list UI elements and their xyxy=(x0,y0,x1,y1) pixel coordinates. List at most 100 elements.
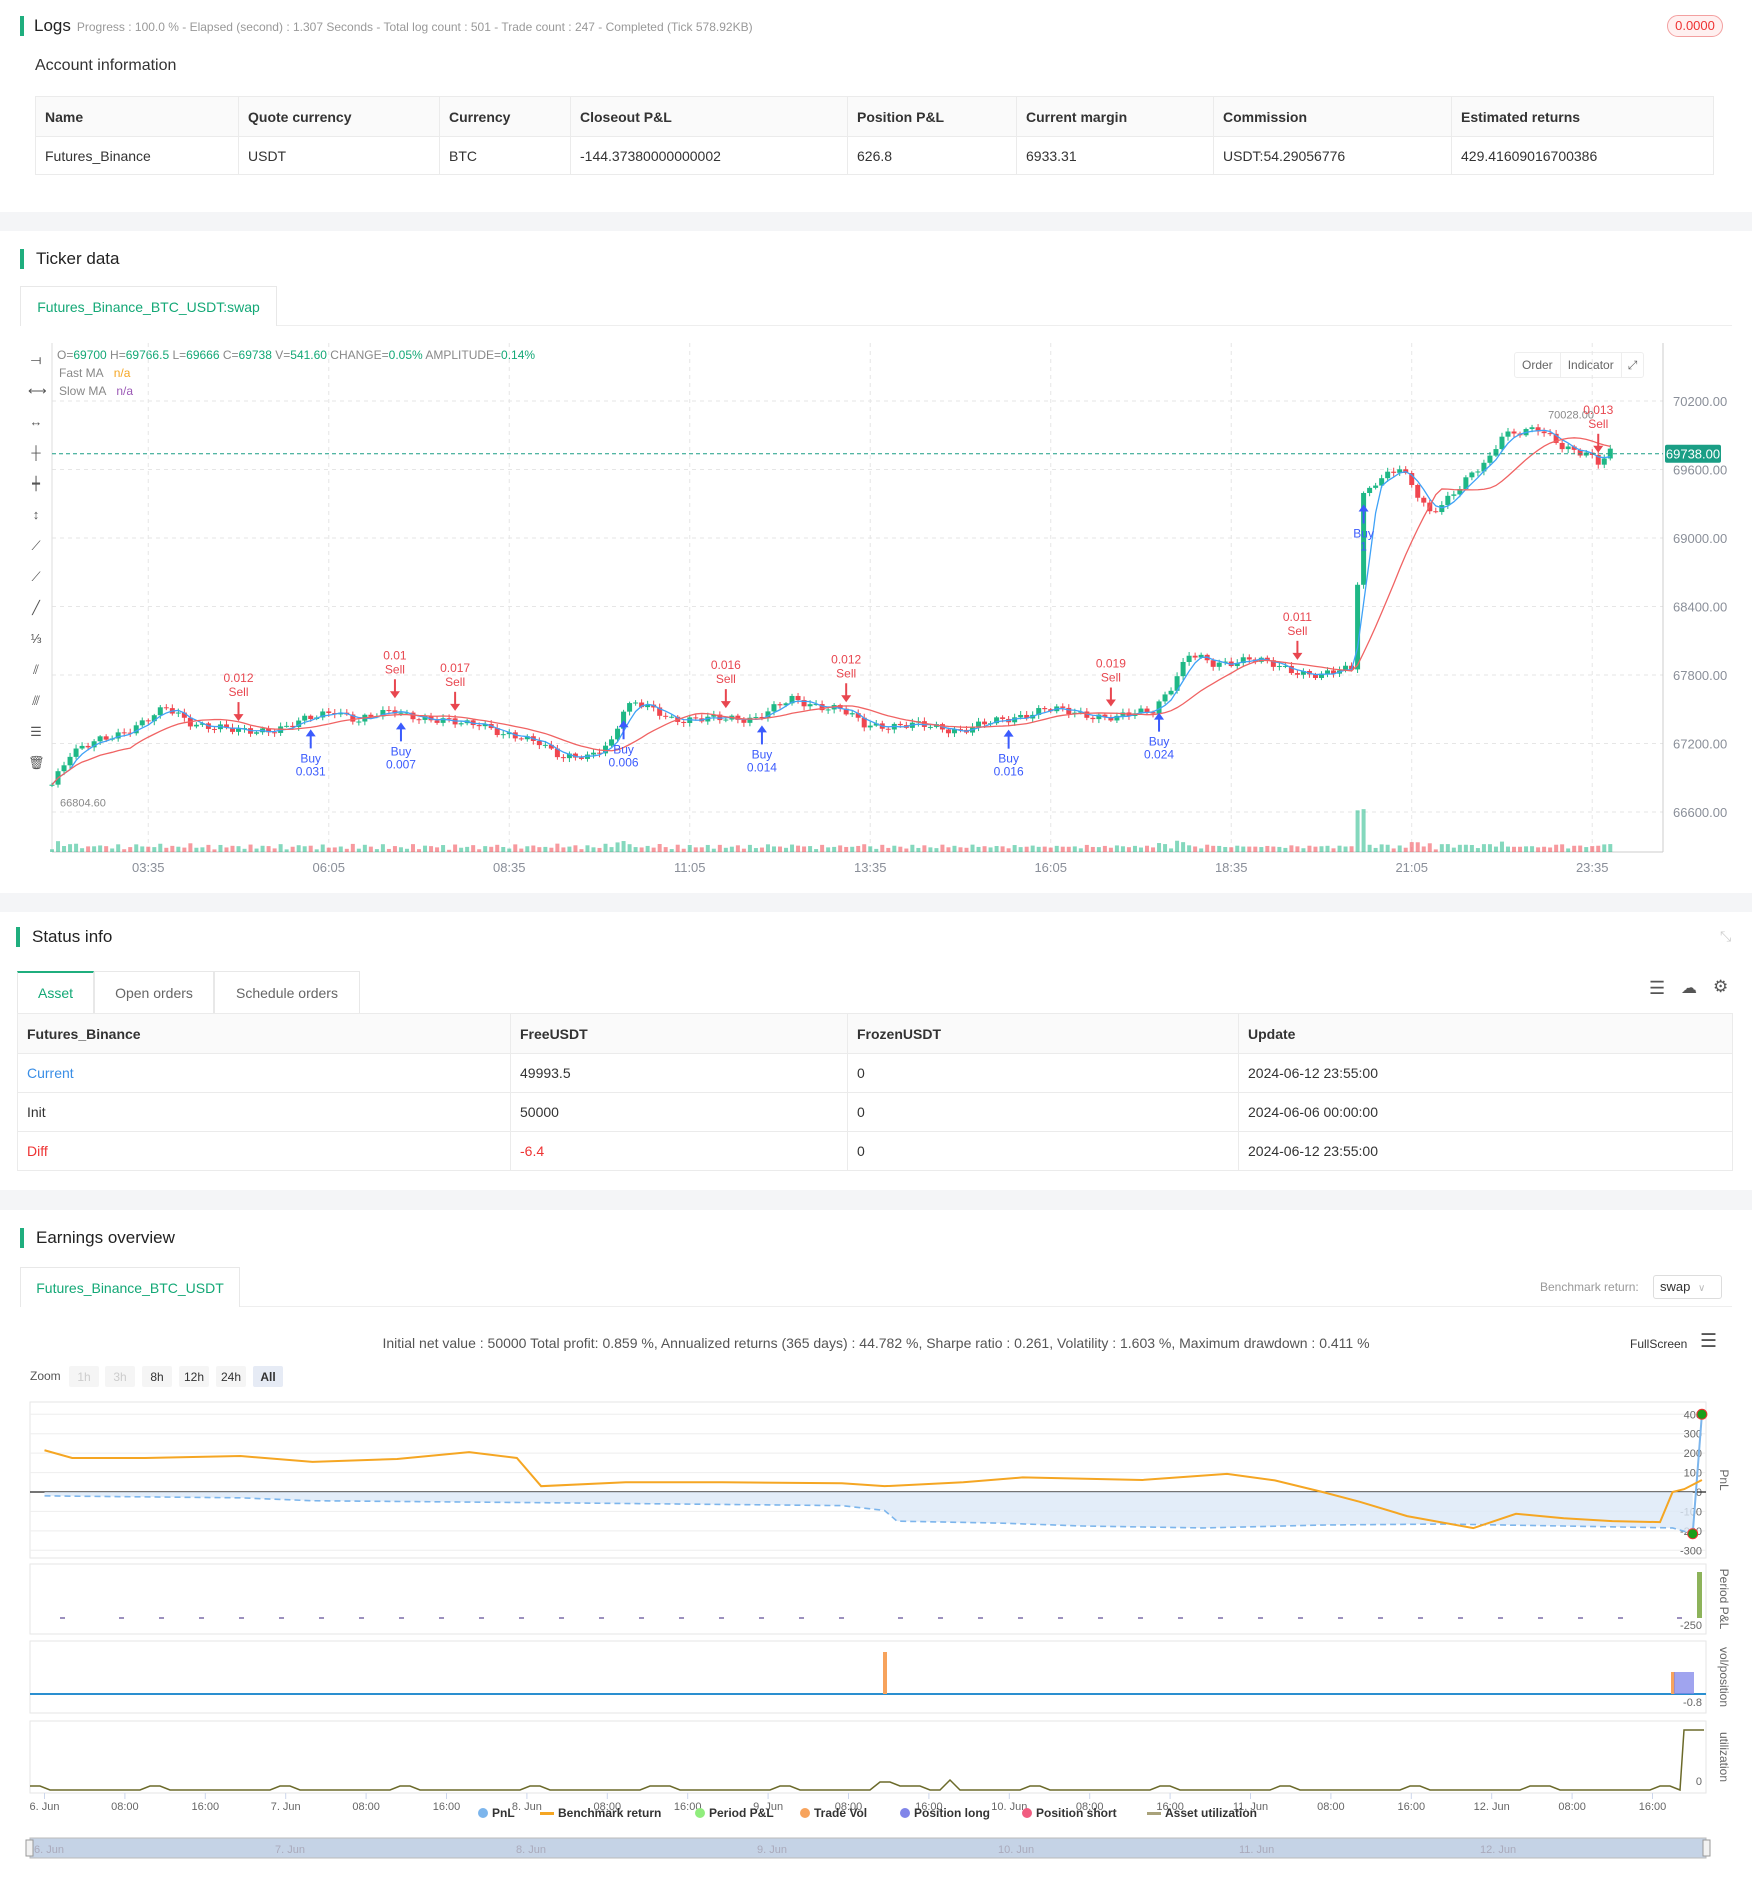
legend-item[interactable]: Trade Vol xyxy=(800,1806,867,1820)
volume-bar xyxy=(1108,847,1113,852)
volume-bar xyxy=(92,846,97,852)
panel-frame xyxy=(29,1640,1707,1714)
buy-label: Buy xyxy=(1149,735,1170,749)
zoom-1h[interactable]: 1h xyxy=(69,1366,99,1387)
navigator-label: 9. Jun xyxy=(757,1844,787,1856)
candle-body xyxy=(693,717,699,719)
volume-bar xyxy=(1012,845,1017,852)
menu-icon[interactable]: ☰ xyxy=(1700,1330,1717,1353)
candle-body xyxy=(254,732,260,734)
benchmark-select[interactable]: swap ∨ xyxy=(1653,1275,1722,1299)
volume-bar xyxy=(1018,847,1023,852)
sell-label: Sell xyxy=(385,662,405,676)
volume-bar xyxy=(753,848,758,852)
legend-item[interactable]: Asset utilization xyxy=(1147,1806,1257,1820)
col-position: Position P&L xyxy=(847,96,1017,137)
x-tick-label: 11:05 xyxy=(674,860,706,875)
volume-bar xyxy=(597,847,602,852)
volume-bar xyxy=(916,847,921,852)
volume-bar xyxy=(332,847,337,852)
candle-body xyxy=(578,757,584,759)
volume-bar xyxy=(1217,845,1222,852)
volume-bar xyxy=(1271,846,1276,852)
volume-bar xyxy=(1361,809,1366,852)
volume-bar xyxy=(1343,846,1348,852)
tab-open-orders[interactable]: Open orders xyxy=(94,971,214,1013)
legend-item[interactable]: PnL xyxy=(478,1806,515,1820)
candle-body xyxy=(121,732,127,734)
volume-bar xyxy=(994,846,999,852)
legend-item[interactable]: Period P&L xyxy=(695,1806,774,1820)
volume-bar xyxy=(176,846,181,852)
col-name: Name xyxy=(35,96,239,137)
volume-bar xyxy=(392,846,397,852)
buy-amount: 0.024 xyxy=(1144,748,1174,762)
row-label-current[interactable]: Current xyxy=(17,1053,511,1093)
zoom-all[interactable]: All xyxy=(253,1366,283,1387)
volume-bar xyxy=(1373,847,1378,852)
volume-bar xyxy=(741,848,746,852)
candle-body xyxy=(103,736,109,740)
candle-body xyxy=(386,710,392,712)
candlestick-chart[interactable]: 70200.00 69600.00 69000.00 68400.00 67800.00… xyxy=(0,330,1752,890)
min-marker xyxy=(1687,1528,1699,1540)
buy-arrow-icon xyxy=(1003,729,1014,737)
list-icon[interactable]: ☰ xyxy=(1649,978,1665,999)
tab-schedule-orders[interactable]: Schedule orders xyxy=(214,971,360,1013)
candle-body xyxy=(681,721,687,724)
candle-body xyxy=(1355,584,1361,670)
zoom-24h[interactable]: 24h xyxy=(216,1366,246,1387)
candle-body xyxy=(590,752,596,755)
volume-bar xyxy=(152,847,157,852)
volume-bar xyxy=(705,844,710,852)
volume-bar xyxy=(200,847,205,852)
volume-bar xyxy=(128,847,133,852)
volume-bar xyxy=(958,847,963,852)
earnings-chart[interactable]: PnLPeriod P&Lvol/positionutilization4003… xyxy=(0,1395,1752,1865)
candle-body xyxy=(542,744,548,746)
tab-earnings-btc[interactable]: Futures_Binance_BTC_USDT xyxy=(20,1267,240,1307)
volume-bar xyxy=(880,844,885,852)
zoom-12h[interactable]: 12h xyxy=(179,1366,209,1387)
volume-bar xyxy=(633,847,638,852)
cloud-download-icon[interactable]: ☁ xyxy=(1681,978,1697,998)
volume-bar xyxy=(531,845,536,852)
col-free: FreeUSDT xyxy=(510,1013,848,1054)
period-pnl-bar xyxy=(1697,1572,1702,1618)
volume-bar xyxy=(429,846,434,852)
collapse-icon[interactable]: ⤡ xyxy=(1720,928,1731,945)
volume-bar xyxy=(1542,846,1547,852)
candle-body xyxy=(1324,670,1330,674)
navigator-handle-right xyxy=(1702,1839,1711,1857)
panel-title: utilization xyxy=(1717,1732,1731,1782)
candle-body xyxy=(1529,427,1535,430)
candle-body xyxy=(1505,431,1511,437)
legend-item[interactable]: Position long xyxy=(900,1806,990,1820)
candle-body xyxy=(1180,661,1186,677)
x-tick-label: 16:00 xyxy=(192,1801,220,1813)
volume-bar xyxy=(1445,844,1450,852)
volume-bar xyxy=(320,844,325,852)
volume-bar xyxy=(1229,847,1234,852)
volume-bar xyxy=(579,849,584,852)
zoom-8h[interactable]: 8h xyxy=(142,1366,172,1387)
volume-bar xyxy=(1463,844,1468,852)
row-label-init: Init xyxy=(17,1092,511,1132)
legend-item[interactable]: Benchmark return xyxy=(540,1806,661,1820)
candle-body xyxy=(1186,655,1192,662)
candle-body xyxy=(61,765,67,772)
volume-bar xyxy=(1313,846,1318,852)
volume-bar xyxy=(1554,844,1559,852)
y-tick-label: 69000.00 xyxy=(1673,531,1727,546)
legend-item[interactable]: Position short xyxy=(1022,1806,1117,1820)
candle-body xyxy=(458,723,464,725)
zoom-3h[interactable]: 3h xyxy=(105,1366,135,1387)
candle-body xyxy=(1475,471,1481,473)
candle-body xyxy=(85,745,91,748)
gear-icon[interactable]: ⚙ xyxy=(1713,977,1728,997)
fullscreen-button[interactable]: FullScreen xyxy=(1630,1337,1687,1351)
volume-bar xyxy=(56,841,61,852)
volume-bar xyxy=(663,847,668,852)
tab-asset[interactable]: Asset xyxy=(17,971,94,1013)
tab-ticker-swap[interactable]: Futures_Binance_BTC_USDT:swap xyxy=(20,286,277,326)
